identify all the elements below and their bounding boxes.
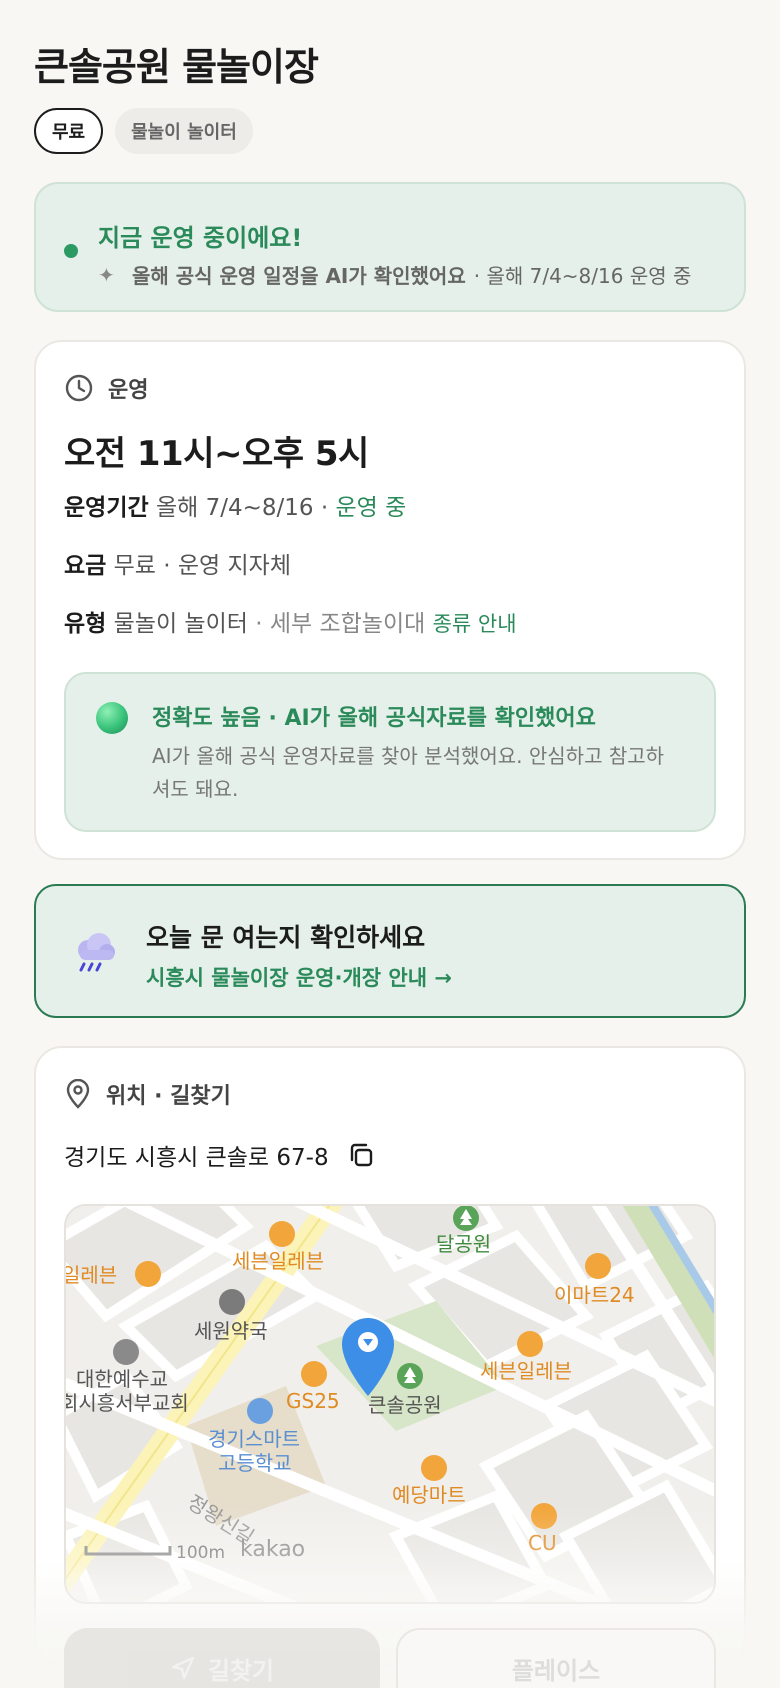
check-open-card[interactable]: 오늘 문 여는지 확인하세요 시흥시 물놀이장 운영·개장 안내 →	[34, 884, 746, 1018]
clock-icon	[65, 374, 93, 402]
fee-value: 무료 · 운영 지자체	[113, 553, 292, 579]
period-value: 올해 7/4~8/16 ·	[155, 495, 329, 521]
navigation-arrow-icon	[171, 1656, 195, 1680]
chip-free[interactable]: 무료	[34, 108, 104, 154]
type-key: 유형	[64, 611, 107, 637]
directions-button[interactable]: 길찾기	[64, 1628, 380, 1688]
status-dot-icon	[64, 244, 78, 258]
period-status: 운영 중	[335, 495, 407, 521]
hours-heading: 운영	[64, 372, 148, 404]
map-label-church1: 대한예수교	[76, 1367, 168, 1391]
map-label-church2: 회시흥서부교회	[66, 1391, 189, 1415]
address-row: 경기도 시흥시 큰솔로 67-8	[64, 1138, 375, 1172]
operation-guide-link[interactable]: 시흥시 물놀이장 운영·개장 안내 →	[146, 962, 452, 992]
place-label: 플레이스	[511, 1656, 601, 1685]
map-label-seven1: 세븐일레븐	[232, 1249, 324, 1273]
fee-key: 요금	[64, 553, 107, 579]
map-label-school1: 경기스마트	[208, 1427, 300, 1451]
type-guide-link[interactable]: 종류 안내	[433, 612, 517, 636]
status-subtitle: ✦ 올해 공식 운영 일정을 AI가 확인했어요 · 올해 7/4~8/16 운…	[98, 260, 691, 289]
chip-type[interactable]: 물놀이 놀이터	[115, 108, 253, 154]
map-label-mart: 예당마트	[392, 1483, 466, 1507]
period-key: 운영기간	[64, 495, 149, 521]
page: 큰솔공원 물놀이장 무료 물놀이 놀이터 지금 운영 중이에요! ✦ 올해 공식…	[0, 0, 780, 1688]
map-label-seven-left: 일레븐	[66, 1263, 117, 1287]
sparkle-icon: ✦	[98, 262, 115, 287]
type-row: 유형 물놀이 놀이터 · 세부 조합놀이대 종류 안내	[64, 604, 517, 638]
address-text: 경기도 시흥시 큰솔로 67-8	[64, 1145, 329, 1171]
place-button[interactable]: 플레이스	[396, 1628, 716, 1688]
fee-row: 요금 무료 · 운영 지자체	[64, 546, 291, 580]
map-label-gs25: GS25	[286, 1389, 340, 1413]
map-label-emart: 이마트24	[554, 1283, 635, 1307]
map-label-seven2: 세븐일레븐	[480, 1359, 572, 1383]
copy-icon[interactable]	[347, 1141, 375, 1169]
tag-chips: 무료 물놀이 놀이터	[34, 108, 253, 154]
map-label-park-top: 달공원	[436, 1232, 491, 1256]
map-label-school2: 고등학교	[218, 1451, 292, 1475]
status-ai-note: 올해 공식 운영 일정을 AI가 확인했어요	[132, 264, 466, 288]
hours-heading-label: 운영	[108, 378, 149, 403]
location-heading: 위치 · 길찾기	[64, 1078, 231, 1110]
map-label-pharmacy: 세원약국	[194, 1319, 268, 1343]
map-view[interactable]: 달공원 세븐일레븐 일레븐 이마트24 세원약국 대한예수교 회시흥서부교회 G…	[64, 1204, 716, 1604]
page-title: 큰솔공원 물놀이장	[34, 45, 319, 89]
hours-card: 운영 오전 11시~오후 5시 운영기간 올해 7/4~8/16 · 운영 중 …	[34, 340, 746, 860]
rain-cloud-icon	[78, 933, 115, 972]
location-heading-label: 위치 · 길찾기	[106, 1084, 231, 1109]
status-card: 지금 운영 중이에요! ✦ 올해 공식 운영 일정을 AI가 확인했어요 · 올…	[34, 182, 746, 312]
map-canvas: 달공원 세븐일레븐 일레븐 이마트24 세원약국 대한예수교 회시흥서부교회 G…	[66, 1206, 714, 1602]
type-value: 물놀이 놀이터	[113, 611, 248, 637]
status-title: 지금 운영 중이에요!	[98, 224, 303, 252]
hours-time: 오전 11시~오후 5시	[64, 434, 369, 474]
ai-accuracy-desc: AI가 올해 공식 운영자료를 찾아 분석했어요. 안심하고 참고하셔도 돼요.	[152, 744, 665, 801]
ai-accuracy-box: 정확도 높음 · AI가 올해 공식자료를 확인했어요 AI가 올해 공식 운영…	[64, 672, 716, 832]
ai-orb-icon	[96, 702, 128, 734]
status-period: · 올해 7/4~8/16 운영 중	[473, 264, 692, 288]
map-label-park: 큰솔공원	[368, 1393, 442, 1417]
check-open-title: 오늘 문 여는지 확인하세요	[146, 923, 426, 952]
type-detail: · 세부 조합놀이대	[255, 611, 426, 637]
directions-label: 길찾기	[207, 1656, 275, 1685]
period-row: 운영기간 올해 7/4~8/16 · 운영 중	[64, 488, 406, 522]
location-pin-icon	[66, 1079, 90, 1109]
ai-accuracy-title: 정확도 높음 · AI가 올해 공식자료를 확인했어요	[152, 706, 596, 731]
